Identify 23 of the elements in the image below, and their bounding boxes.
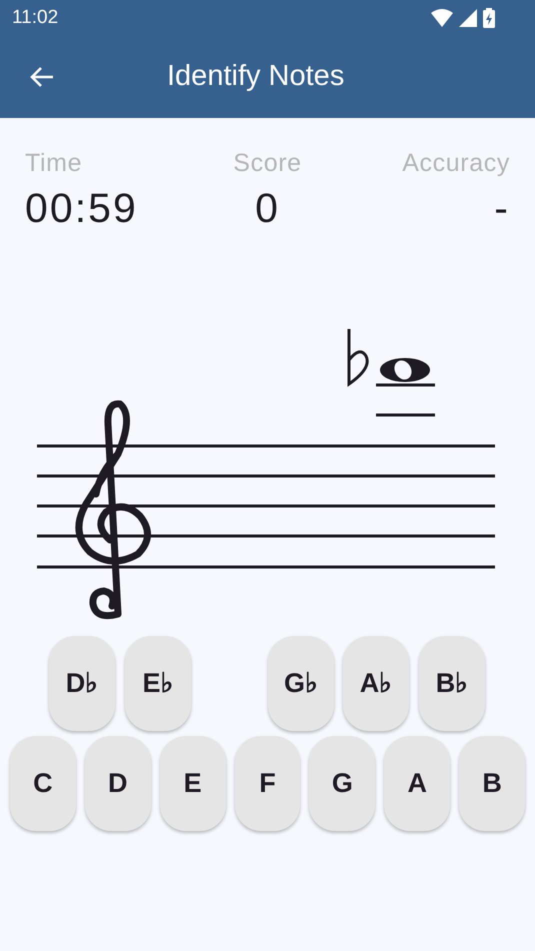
note-key[interactable]: E	[160, 736, 226, 831]
stat-label: Accuracy	[402, 148, 510, 179]
wifi-icon	[431, 9, 453, 27]
note-key[interactable]: D♭	[49, 636, 115, 731]
note-key[interactable]: A	[384, 736, 450, 831]
stat-value: 00:59	[25, 184, 138, 232]
signal-icon	[459, 9, 477, 27]
battery-icon	[483, 8, 495, 28]
screen-title: Identify Notes	[167, 59, 344, 94]
note-key[interactable]: G	[309, 736, 376, 831]
note-key[interactable]: E♭	[125, 636, 191, 731]
note-key[interactable]: F	[234, 736, 300, 831]
stat-value: -	[494, 184, 510, 232]
note-key[interactable]: G♭	[268, 636, 334, 731]
stat-value: 0	[255, 184, 280, 232]
note-key[interactable]: D	[84, 736, 151, 831]
stat-label: Score	[233, 148, 302, 179]
note-key[interactable]: C	[10, 736, 76, 831]
note-key[interactable]: B	[459, 736, 526, 831]
note-key[interactable]: B♭	[419, 636, 485, 731]
status-time: 11:02	[12, 6, 58, 30]
note-key[interactable]: A♭	[343, 636, 409, 731]
stat-label: Time	[25, 148, 82, 179]
